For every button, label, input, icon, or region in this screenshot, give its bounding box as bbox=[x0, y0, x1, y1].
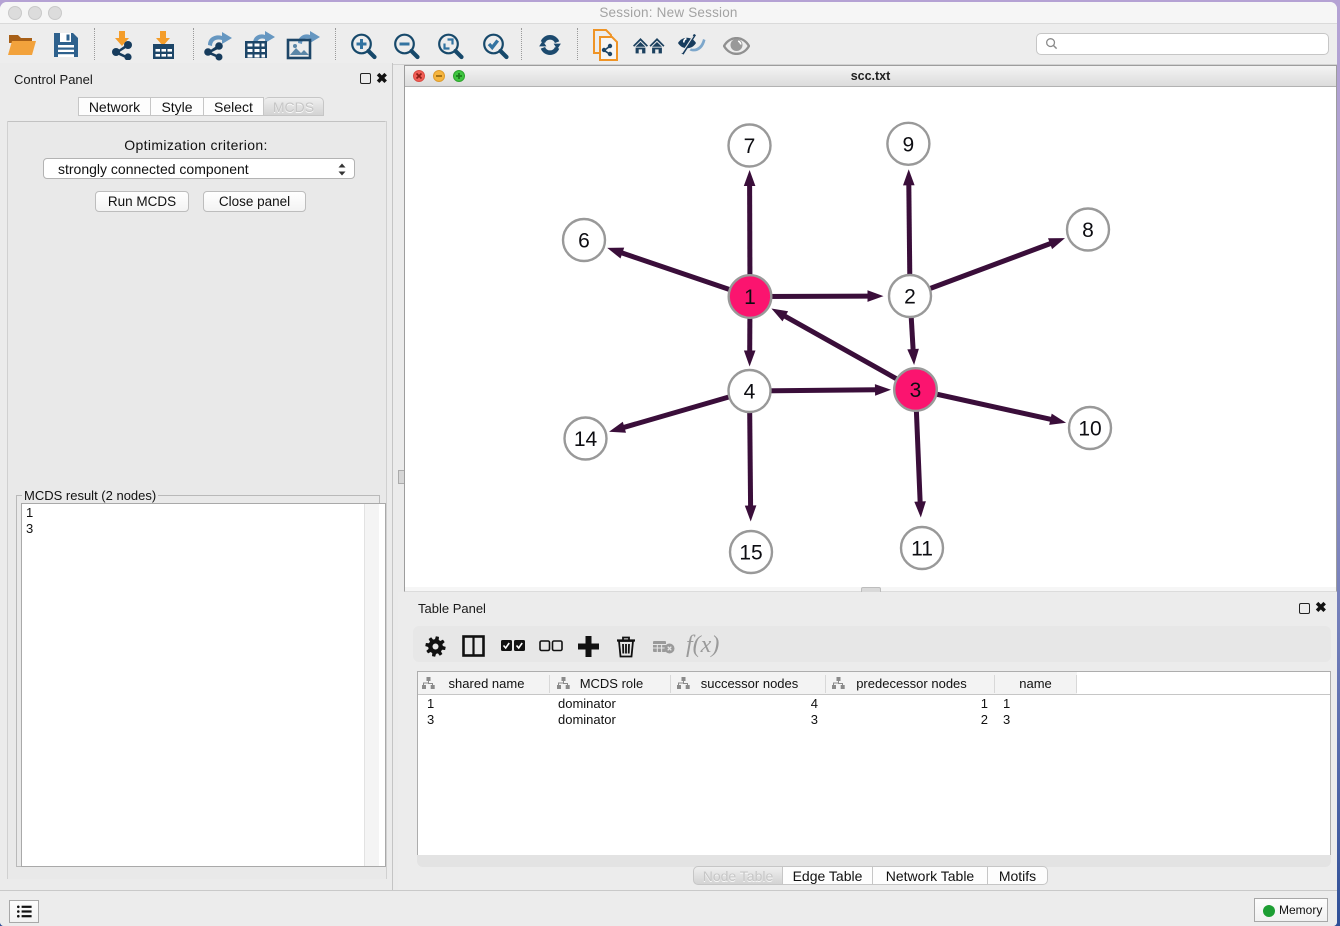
svg-text:10: 10 bbox=[1078, 418, 1101, 441]
svg-text:8: 8 bbox=[1082, 219, 1094, 242]
svg-text:6: 6 bbox=[578, 230, 590, 253]
svg-text:14: 14 bbox=[574, 428, 598, 451]
svg-text:15: 15 bbox=[739, 542, 762, 565]
svg-text:3: 3 bbox=[910, 379, 922, 402]
svg-text:2: 2 bbox=[904, 286, 916, 309]
svg-text:4: 4 bbox=[744, 381, 756, 404]
svg-text:7: 7 bbox=[744, 135, 756, 158]
svg-text:11: 11 bbox=[911, 538, 933, 561]
svg-text:9: 9 bbox=[903, 133, 915, 156]
svg-text:1: 1 bbox=[744, 286, 756, 309]
